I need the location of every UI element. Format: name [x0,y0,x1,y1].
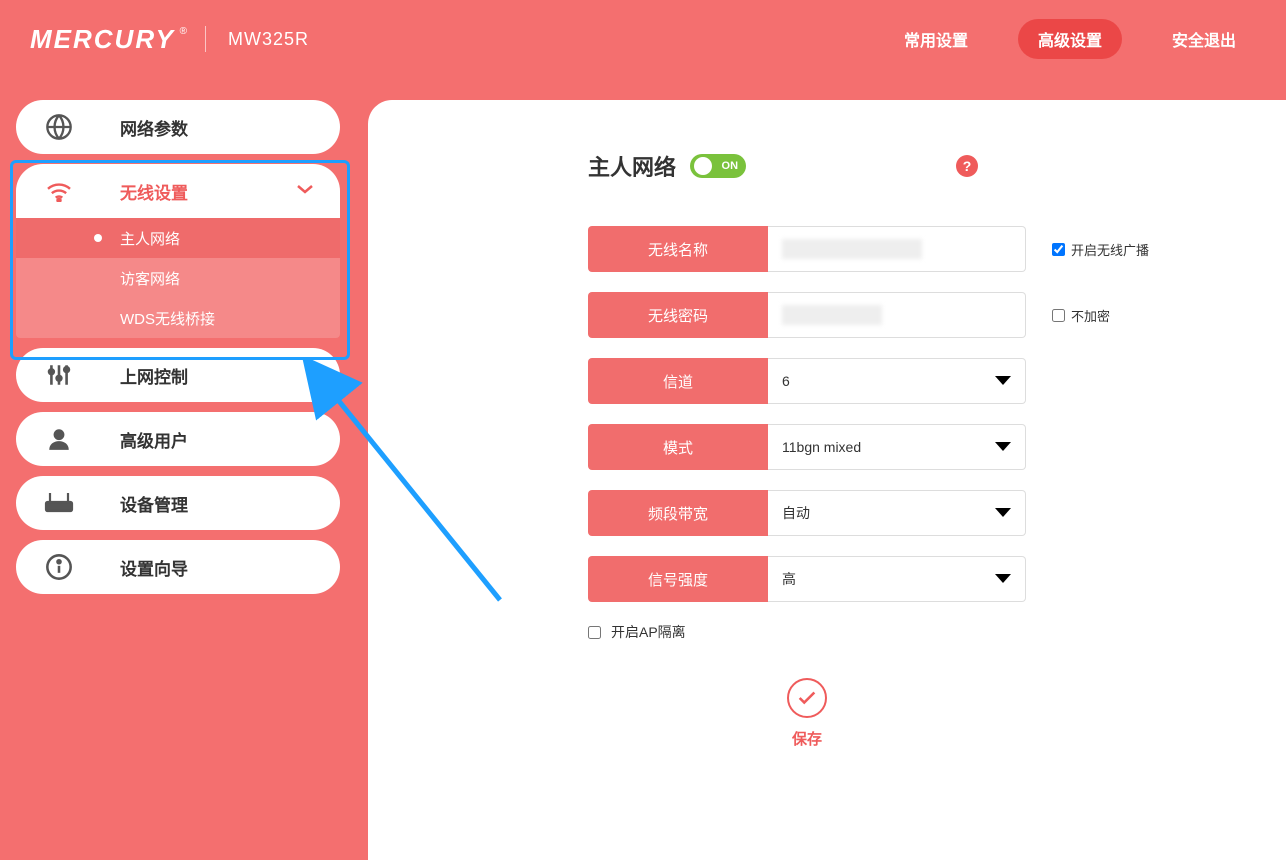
chevron-down-icon [296,182,314,200]
submenu-wds-bridge[interactable]: WDS无线桥接 [16,298,340,338]
ap-isolation-checkbox[interactable] [588,626,601,639]
header-nav: 常用设置 高级设置 安全退出 [884,19,1256,59]
redacted-value [782,305,882,325]
label-password: 无线密码 [588,292,768,338]
sidebar-item-label: 高级用户 [120,427,188,452]
wifi-icon [42,174,76,208]
save-label: 保存 [792,728,822,749]
nav-logout[interactable]: 安全退出 [1152,19,1256,59]
router-icon [42,486,76,520]
save-section: 保存 [588,678,1026,749]
user-icon [42,422,76,456]
row-password: 无线密码 不加密 [588,292,1228,338]
network-toggle[interactable]: ON [690,154,746,178]
broadcast-checkbox[interactable] [1052,243,1065,256]
model-name: MW325R [228,29,309,50]
check-noencrypt[interactable]: 不加密 [1052,306,1110,325]
page-title: 主人网络 [588,150,676,182]
nav-advanced-settings[interactable]: 高级设置 [1018,19,1122,59]
sidebar-item-label: 设备管理 [120,491,188,516]
sidebar-item-advanced-user[interactable]: 高级用户 [16,412,340,466]
globe-icon [42,110,76,144]
row-bandwidth: 频段带宽 自动 [588,490,1228,536]
label-ssid: 无线名称 [588,226,768,272]
input-ssid[interactable] [768,226,1026,272]
select-signal[interactable]: 高 [768,556,1026,602]
chevron-down-icon [995,439,1011,455]
help-icon[interactable]: ? [956,155,978,177]
label-channel: 信道 [588,358,768,404]
input-password[interactable] [768,292,1026,338]
sidebar-item-device-mgmt[interactable]: 设备管理 [16,476,340,530]
header: MERCURY MW325R 常用设置 高级设置 安全退出 [0,0,1286,78]
chevron-down-icon [995,373,1011,389]
sidebar-item-label: 上网控制 [120,363,188,388]
sidebar-item-wireless[interactable]: 无线设置 [16,164,340,218]
sidebar-item-network[interactable]: 网络参数 [16,100,340,154]
chevron-down-icon [995,505,1011,521]
row-signal: 信号强度 高 [588,556,1228,602]
wireless-submenu: 主人网络 访客网络 WDS无线桥接 [16,218,340,338]
brand-logo: MERCURY [30,24,175,55]
sidebar-item-setup-wizard[interactable]: 设置向导 [16,540,340,594]
info-icon [42,550,76,584]
save-button[interactable] [787,678,827,718]
row-channel: 信道 6 [588,358,1228,404]
sliders-icon [42,358,76,392]
check-broadcast[interactable]: 开启无线广播 [1052,240,1149,259]
label-mode: 模式 [588,424,768,470]
main-panel: 主人网络 ON ? 无线名称 开启无线广播 无线密码 不加密 信道 6 [368,100,1286,860]
row-ssid: 无线名称 开启无线广播 [588,226,1228,272]
ap-isolation-label: 开启AP隔离 [611,622,686,642]
toggle-label: ON [722,160,739,172]
select-mode[interactable]: 11bgn mixed [768,424,1026,470]
label-signal: 信号强度 [588,556,768,602]
label-bandwidth: 频段带宽 [588,490,768,536]
sidebar-item-label: 设置向导 [120,555,188,580]
divider [205,26,206,52]
select-channel[interactable]: 6 [768,358,1026,404]
sidebar: 网络参数 无线设置 主人网络 访客网络 WDS无线桥接 上网控制 高级用户 设备… [16,100,340,604]
submenu-host-network[interactable]: 主人网络 [16,218,340,258]
row-mode: 模式 11bgn mixed [588,424,1228,470]
redacted-value [782,239,922,259]
sidebar-item-access-control[interactable]: 上网控制 [16,348,340,402]
section-header: 主人网络 ON ? [588,150,1228,182]
select-bandwidth[interactable]: 自动 [768,490,1026,536]
toggle-knob [694,157,712,175]
nav-common-settings[interactable]: 常用设置 [884,19,988,59]
row-ap-isolation: 开启AP隔离 [588,622,1228,642]
sidebar-item-label: 网络参数 [120,115,188,140]
noencrypt-checkbox[interactable] [1052,309,1065,322]
sidebar-item-label: 无线设置 [120,179,188,204]
chevron-down-icon [995,571,1011,587]
submenu-guest-network[interactable]: 访客网络 [16,258,340,298]
